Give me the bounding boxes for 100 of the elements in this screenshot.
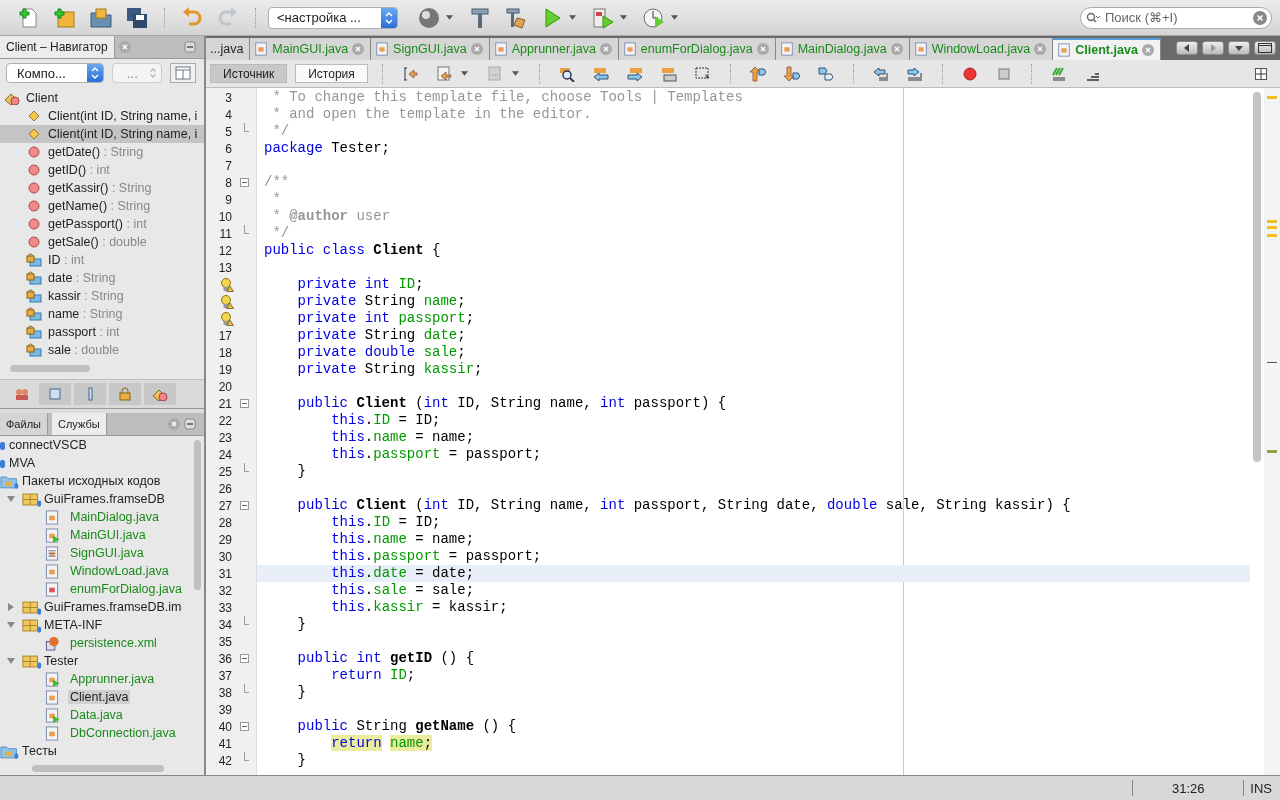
tree-item[interactable]: Tester (42, 654, 81, 668)
close-icon[interactable] (470, 43, 483, 55)
bulb-warning-icon[interactable] (220, 277, 234, 292)
last-edit-icon[interactable] (401, 65, 418, 82)
tree-item[interactable]: enumForDialog.java (68, 582, 184, 596)
tree-item[interactable]: Data.java (68, 708, 125, 722)
view-tab[interactable]: Источник (210, 64, 288, 83)
navigator-item[interactable]: Client (26, 91, 58, 105)
scrollbar-thumb[interactable] (194, 440, 201, 590)
occurrence-marker[interactable] (1267, 450, 1277, 453)
tree-item[interactable]: MainDialog.java (68, 510, 161, 524)
scroll-right-button[interactable] (1202, 41, 1224, 55)
filter-select[interactable]: Компо... (6, 63, 104, 83)
tree-item[interactable]: GuiFrames.framseDB (42, 492, 167, 506)
navigator-item[interactable]: ID : int (48, 253, 85, 267)
find-icon[interactable] (558, 65, 575, 82)
navigator-item[interactable]: getSale() : double (48, 235, 147, 249)
highlight-icon[interactable] (660, 65, 677, 82)
globe-icon[interactable] (417, 5, 441, 30)
warning-marker[interactable] (1267, 220, 1277, 223)
people-icon[interactable] (14, 387, 30, 401)
down-arrow-icon[interactable] (783, 65, 800, 82)
minimize-icon[interactable] (184, 418, 196, 430)
collapse-icon[interactable] (239, 501, 249, 510)
up-arrow-icon[interactable] (749, 65, 766, 82)
stop-icon[interactable] (995, 65, 1012, 82)
bulb-warning-icon[interactable] (220, 294, 234, 309)
navigator-item[interactable]: passport : int (48, 325, 120, 339)
navigator-item[interactable]: getDate() : String (48, 145, 144, 159)
hammer-icon[interactable] (468, 5, 492, 30)
navigator-item[interactable]: getName() : String (48, 199, 151, 213)
close-icon[interactable] (352, 43, 365, 55)
tree-item[interactable]: WindowLoad.java (68, 564, 171, 578)
view-tab[interactable]: История (295, 64, 368, 83)
navigator-item[interactable]: getKassir() : String (48, 181, 152, 195)
tree-item[interactable]: Apprunner.java (68, 672, 157, 686)
navigator-item[interactable]: Client(int ID, String name, i (48, 109, 198, 123)
navigator-item[interactable]: name : String (48, 307, 123, 321)
find-next-icon[interactable] (626, 65, 643, 82)
tree-item[interactable]: persistence.xml (68, 636, 159, 650)
scrollbar-thumb[interactable] (10, 365, 90, 372)
tree-item[interactable]: connectVSCB (7, 438, 89, 452)
folder-icon[interactable] (89, 5, 113, 30)
caret-icon[interactable] (569, 15, 576, 20)
bulb-warning-icon[interactable] (220, 311, 234, 326)
bookmark-icon[interactable] (817, 65, 834, 82)
collapse-icon[interactable] (239, 178, 249, 187)
search-field[interactable]: Поиск (⌘+I) (1080, 6, 1272, 29)
collapse-icon[interactable] (239, 722, 249, 731)
configuration-select[interactable]: <настройка ... (268, 6, 398, 29)
panel-tab[interactable]: Службы (51, 413, 107, 435)
tab-list-button[interactable] (1228, 41, 1250, 55)
close-icon[interactable] (168, 418, 180, 430)
close-icon[interactable] (1141, 44, 1154, 56)
tree-item[interactable]: Client.java (68, 690, 131, 704)
filter-button[interactable] (144, 383, 176, 405)
caret-icon[interactable] (671, 15, 678, 20)
expand-toggle[interactable] (6, 620, 16, 630)
expand-toggle[interactable] (6, 494, 16, 504)
scrollbar-thumb[interactable] (32, 765, 164, 772)
warning-marker[interactable] (1267, 234, 1277, 237)
find-previous-icon[interactable] (592, 65, 609, 82)
shift-left-icon[interactable] (872, 65, 889, 82)
filter-button[interactable] (39, 383, 71, 405)
navigator-item[interactable]: sale : double (48, 343, 119, 357)
back-icon[interactable] (435, 65, 452, 82)
maximize-button[interactable] (1254, 41, 1276, 55)
close-icon[interactable] (599, 43, 612, 55)
tree-item[interactable]: DbConnection.java (68, 726, 178, 740)
expand-toggle[interactable] (6, 656, 16, 666)
scroll-left-button[interactable] (1176, 41, 1198, 55)
record-icon[interactable] (961, 65, 978, 82)
tree-item[interactable]: GuiFrames.framseDB.im (42, 600, 184, 614)
collapse-icon[interactable] (239, 399, 249, 408)
panel-tab[interactable]: Файлы (0, 413, 48, 435)
close-icon[interactable] (118, 41, 131, 53)
selection-icon[interactable] (694, 65, 711, 82)
warning-marker[interactable] (1267, 226, 1277, 229)
comment-icon[interactable] (1050, 65, 1067, 82)
panel-tab[interactable]: Client – Навигатор (0, 36, 115, 58)
filter-button[interactable] (109, 383, 141, 405)
tree-item[interactable]: MainGUI.java (68, 528, 148, 542)
caret-icon[interactable] (620, 15, 627, 20)
filter-button[interactable] (74, 383, 106, 405)
hammer-broom-icon[interactable] (504, 5, 528, 30)
scrollbar-thumb[interactable] (1253, 92, 1261, 462)
navigator-item[interactable]: getPassport() : int (48, 217, 147, 231)
editor-tab[interactable]: Client.java (1053, 38, 1161, 60)
tree-item[interactable]: Тесты (20, 744, 59, 758)
editor-tab[interactable]: ...java (206, 38, 251, 60)
caret-icon[interactable] (460, 71, 468, 76)
navigator-item[interactable]: kassir : String (48, 289, 124, 303)
view-button[interactable] (170, 63, 196, 83)
close-icon[interactable] (756, 43, 769, 55)
tree-item[interactable]: META-INF (42, 618, 105, 632)
warning-marker[interactable] (1267, 96, 1277, 99)
split-icon[interactable] (1255, 67, 1267, 80)
debug-icon[interactable] (591, 5, 615, 30)
tree-item[interactable]: Пакеты исходных кодов (20, 474, 163, 488)
minimize-icon[interactable] (184, 41, 196, 53)
